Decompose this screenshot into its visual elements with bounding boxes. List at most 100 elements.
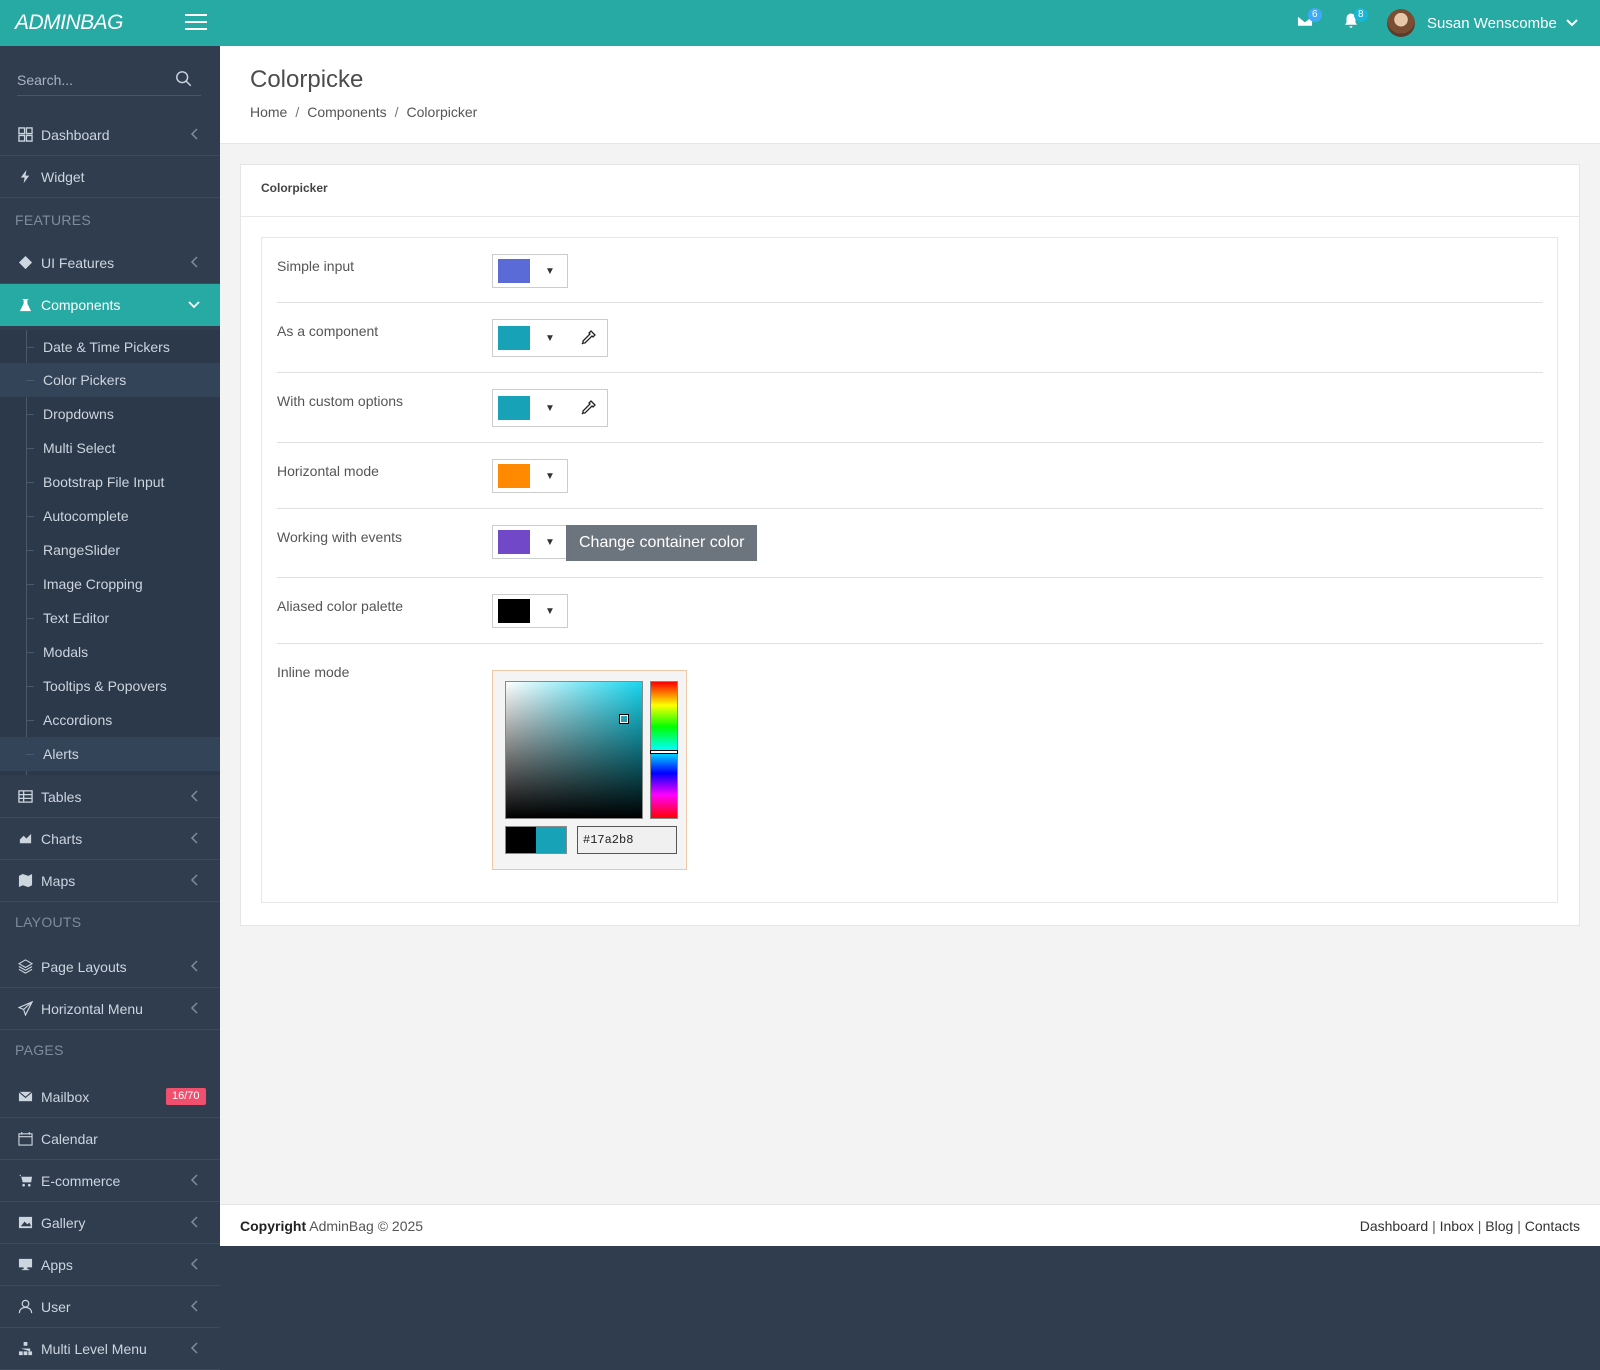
sidebar-item-multi-level-menu[interactable]: Multi Level Menu [0,1328,220,1370]
notifications-button[interactable]: 8 [1342,8,1368,32]
submenu-item[interactable]: Multi Select [0,431,220,465]
shopping-cart-icon [17,1173,33,1189]
submenu-item[interactable]: RangeSlider [0,533,220,567]
sidebar: Dashboard Widget FEATURES UI Features Co… [0,46,249,1370]
saturation-handle[interactable] [619,714,629,724]
picker-label: As a component [277,323,379,339]
sidebar-item-user[interactable]: User [0,1286,220,1328]
section-label-layouts: LAYOUTS [15,914,82,930]
sidebar-item-label: Tables [41,788,82,805]
submenu-item-label: Alerts [43,746,79,762]
sidebar-item-horizontal-menu[interactable]: Horizontal Menu [0,988,220,1030]
hex-value-input[interactable]: #17a2b8 [577,826,677,854]
footer-link-dashboard[interactable]: Dashboard [1360,1218,1429,1234]
picker-row-simple-input: Simple input ▼ [277,238,1543,303]
search-icon[interactable] [175,70,193,88]
breadcrumb-home-link[interactable]: Home [250,104,287,120]
eyedropper-icon[interactable] [567,320,607,356]
sidebar-item-mailbox[interactable]: Mailbox 16/70 [0,1076,220,1118]
component-colorpicker[interactable]: ▼ [492,319,608,357]
copyright-text: AdminBag © 2025 [306,1218,424,1234]
grid-icon [17,127,33,143]
caret-down-icon: ▼ [545,605,555,617]
previous-color-swatch[interactable] [506,827,536,853]
caret-down-icon: ▼ [545,536,555,548]
calendar-icon [17,1131,33,1147]
image-icon [17,1215,33,1231]
chevron-left-icon [190,1300,198,1312]
breadcrumb-components-link[interactable]: Components [307,104,386,120]
caret-down-icon: ▼ [545,332,555,344]
hamburger-icon [185,14,207,16]
sidebar-item-label: Gallery [41,1214,86,1231]
notifications-count-badge: 8 [1354,8,1368,22]
sidebar-item-components[interactable]: Components [0,284,220,326]
horizontal-mode-colorpicker[interactable]: ▼ [492,459,568,493]
sidebar-item-ecommerce[interactable]: E-commerce [0,1160,220,1202]
sidebar-item-apps[interactable]: Apps [0,1244,220,1286]
sidebar-item-charts[interactable]: Charts [0,818,220,860]
submenu-item[interactable]: Image Cropping [0,567,220,601]
user-avatar [1387,9,1415,37]
submenu-item[interactable]: Date & Time Pickers [0,330,220,364]
map-icon [17,873,33,889]
picker-label: Inline mode [277,664,350,680]
sidebar-item-gallery[interactable]: Gallery [0,1202,220,1244]
footer-links: Dashboard | Inbox | Blog | Contacts [1359,1218,1580,1234]
user-icon [17,1299,33,1315]
brand-logo[interactable]: ADMINBAG [15,11,124,35]
footer-link-contacts[interactable]: Contacts [1525,1218,1580,1234]
sidebar-item-label: Charts [41,830,83,847]
eyedropper-icon[interactable] [567,390,607,426]
picker-label: Aliased color palette [277,598,404,614]
submenu-item[interactable]: Accordions [0,703,220,737]
hue-slider[interactable] [650,681,678,819]
submenu-item[interactable]: Alerts [0,737,220,771]
aliased-palette-colorpicker[interactable]: ▼ [492,594,568,628]
sidebar-item-maps[interactable]: Maps [0,860,220,902]
sidebar-item-calendar[interactable]: Calendar [0,1118,220,1160]
menu-toggle-button[interactable] [185,14,207,32]
sidebar-item-widget[interactable]: Widget [0,156,220,198]
submenu-item-label: Text Editor [43,610,110,626]
submenu-item[interactable]: Text Editor [0,601,220,635]
events-colorpicker[interactable]: ▼ [492,525,568,559]
copyright: Copyright AdminBag © 2025 [240,1218,423,1234]
submenu-item[interactable]: Modals [0,635,220,669]
footer-link-blog[interactable]: Blog [1485,1218,1513,1234]
sidebar-item-tables[interactable]: Tables [0,776,220,818]
sidebar-item-label: Dashboard [41,126,110,143]
custom-options-colorpicker[interactable]: ▼ [492,389,608,427]
sidebar-item-label: Apps [41,1256,73,1273]
table-icon [17,789,33,805]
picker-row-custom-options: With custom options ▼ [277,373,1543,443]
submenu-item-label: Color Pickers [43,372,127,388]
colorpicker-card: Colorpicker Simple input ▼ As a componen… [240,164,1580,926]
breadcrumb-current: Colorpicker [406,104,478,120]
sidebar-item-label: User [41,1298,71,1315]
submenu-item[interactable]: Dropdowns [0,397,220,431]
submenu-item[interactable]: Bootstrap File Input [0,465,220,499]
sidebar-search-input[interactable] [17,66,167,88]
submenu-item[interactable]: Tooltips & Popovers [0,669,220,703]
chevron-left-icon [190,1342,198,1354]
change-container-color-button[interactable]: Change container color [566,525,758,561]
submenu-item-color-pickers[interactable]: Color Pickers 8 [0,363,249,397]
hamburger-icon-bar [185,21,207,23]
footer: Copyright AdminBag © 2025 Dashboard | In… [220,1204,1600,1246]
breadcrumb-separator: / [295,104,300,120]
saturation-area[interactable] [505,681,643,819]
user-menu[interactable]: Susan Wenscombe [1387,8,1579,38]
color-swatch [498,396,530,420]
sidebar-item-page-layouts[interactable]: Page Layouts [0,946,220,988]
hamburger-icon-bar [185,28,207,30]
footer-link-inbox[interactable]: Inbox [1440,1218,1474,1234]
messages-button[interactable]: 6 [1296,8,1322,32]
picker-label: Working with events [277,529,403,545]
sidebar-item-dashboard[interactable]: Dashboard [0,114,220,156]
hue-slider-handle[interactable] [650,750,678,754]
submenu-item[interactable]: Autocomplete [0,499,220,533]
color-swatch [498,326,530,350]
simple-input-colorpicker[interactable]: ▼ [492,254,568,288]
sidebar-item-ui-features[interactable]: UI Features [0,242,220,284]
